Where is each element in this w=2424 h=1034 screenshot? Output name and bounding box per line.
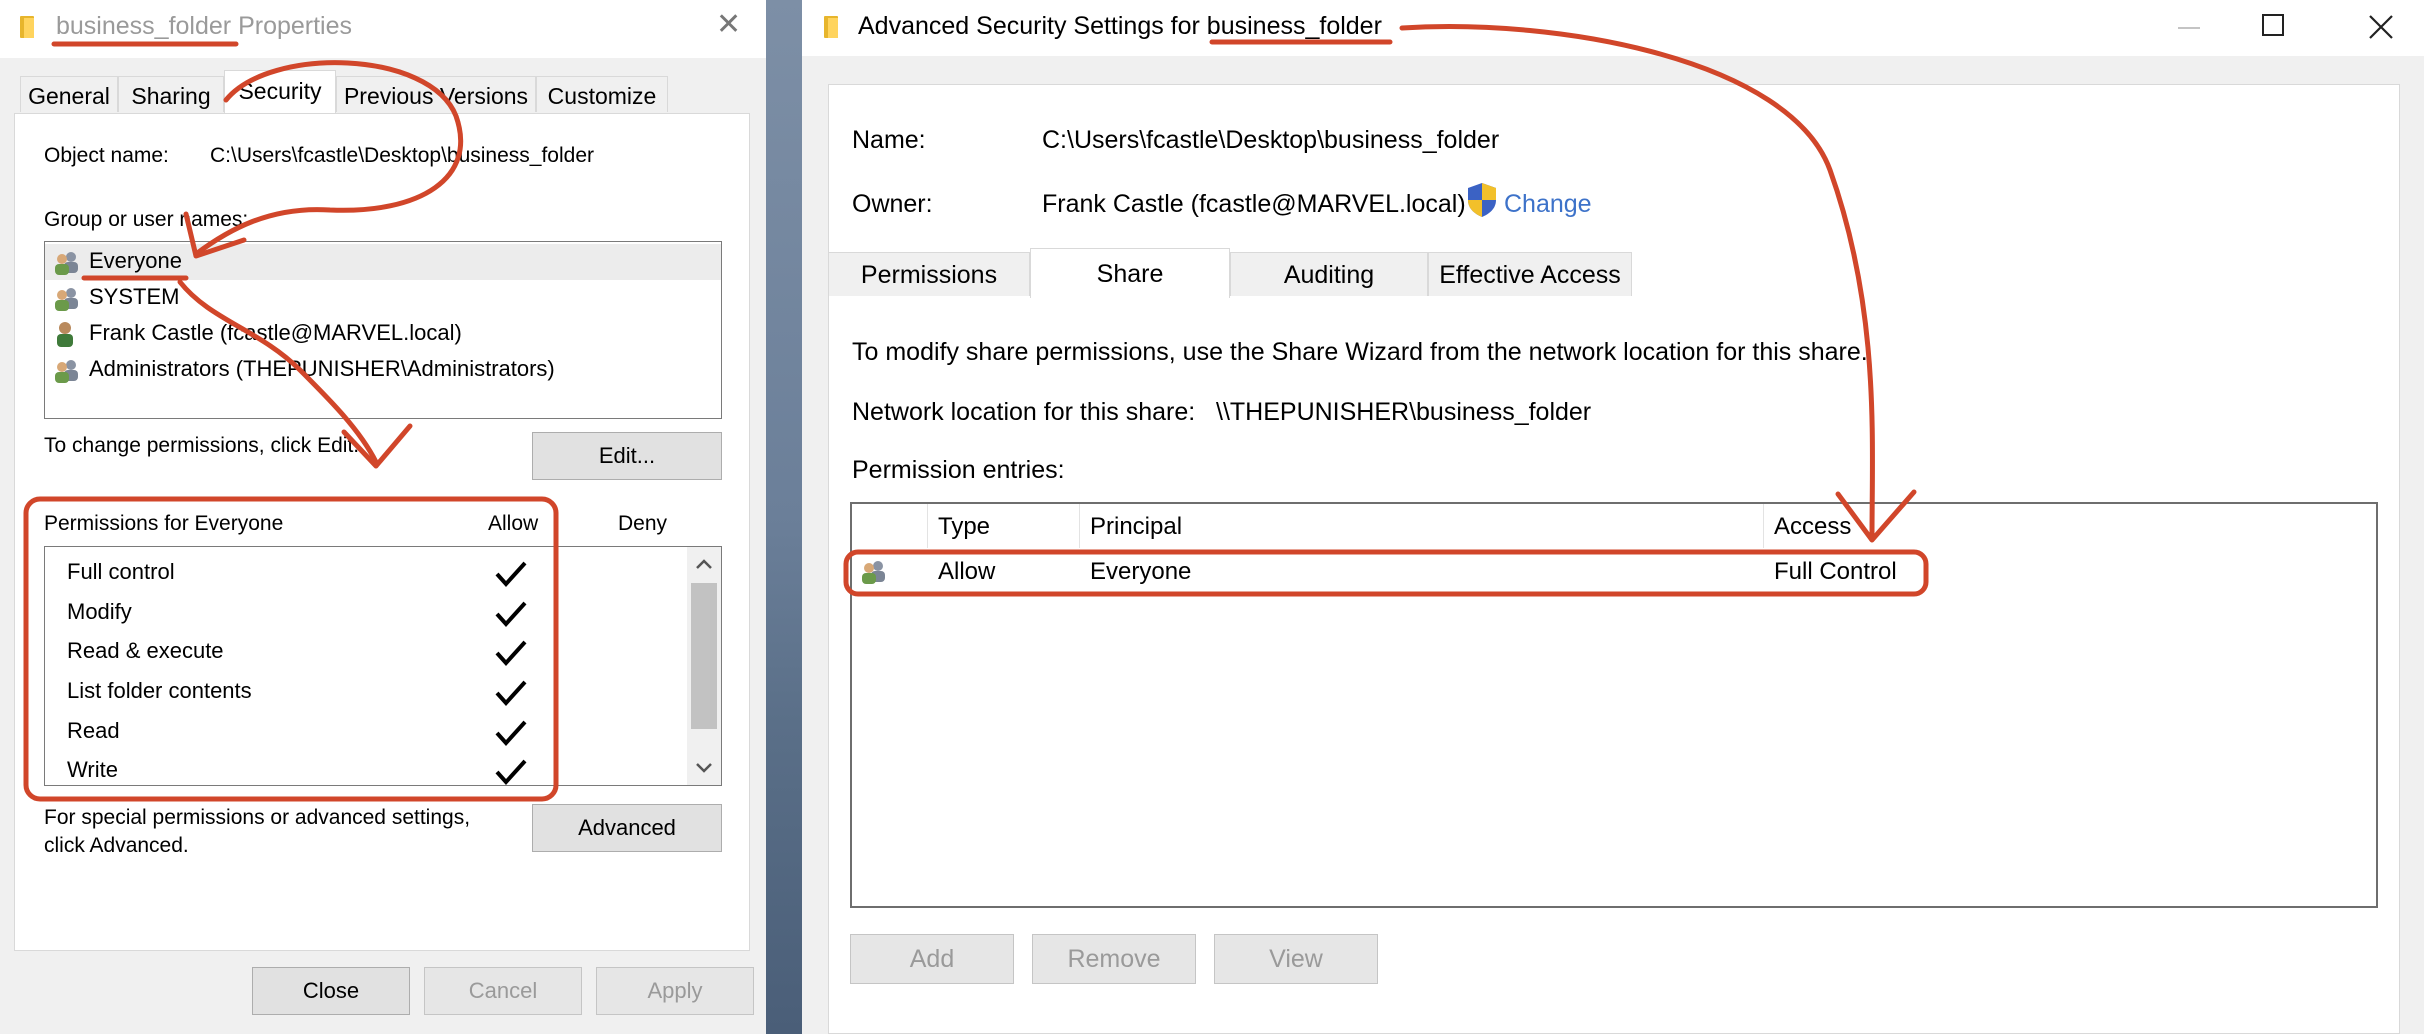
list-item-everyone[interactable]: Everyone [45, 244, 721, 280]
change-owner-link[interactable]: Change [1504, 190, 1592, 219]
network-location-value: \\THEPUNISHER\business_folder [1216, 398, 1592, 426]
owner-value: Frank Castle (fcastle@MARVEL.local) [1042, 190, 1466, 218]
tab-security[interactable]: Security [224, 70, 336, 114]
object-name-value: C:\Users\fcastle\Desktop\business_folder [210, 144, 594, 167]
chevron-up-icon[interactable] [695, 557, 713, 571]
network-location-label: Network location for this share: [852, 398, 1196, 426]
uac-shield-icon [1468, 183, 1496, 217]
group-icon [862, 561, 885, 584]
user-label: Frank Castle (fcastle@MARVEL.local) [89, 320, 462, 345]
permission-entries-label: Permission entries: [852, 456, 1065, 484]
scrollbar-thumb[interactable] [691, 583, 717, 729]
check-icon [495, 720, 527, 746]
advanced-title-folder: business_folder [1206, 12, 1382, 40]
advanced-title: Advanced Security Settings for business_… [858, 12, 1382, 41]
user-label: Everyone [89, 248, 182, 273]
tab-sharing[interactable]: Sharing [118, 76, 224, 112]
list-item-system[interactable]: SYSTEM [45, 280, 721, 316]
change-permissions-text: To change permissions, click Edit. [44, 434, 360, 457]
cancel-button[interactable]: Cancel [424, 967, 582, 1015]
add-button[interactable]: Add [850, 934, 1014, 984]
user-label: SYSTEM [89, 284, 180, 309]
entry-principal: Everyone [1090, 558, 1192, 585]
column-header-type[interactable]: Type [928, 504, 1080, 548]
permission-name: Read [67, 718, 120, 743]
permission-name: Write [67, 757, 118, 782]
advanced-title-prefix: Advanced Security Settings for [858, 12, 1207, 40]
properties-window: business_folder Properties ✕ General Sha… [0, 0, 766, 1034]
properties-title-folder: business_folder [56, 12, 232, 40]
tab-effective-access[interactable]: Effective Access [1428, 252, 1632, 296]
group-icon [55, 288, 78, 311]
advanced-titlebar: Advanced Security Settings for business_… [802, 0, 2424, 56]
view-button[interactable]: View [1214, 934, 1378, 984]
share-info-text: To modify share permissions, use the Sha… [852, 338, 1868, 366]
object-name-label: Object name: [44, 144, 169, 167]
properties-title-suffix: Properties [231, 12, 353, 40]
list-item-administrators[interactable]: Administrators (THEPUNISHER\Administrato… [45, 352, 721, 388]
properties-titlebar: business_folder Properties ✕ [0, 0, 766, 58]
special-permissions-text: For special permissions or advanced sett… [44, 806, 471, 829]
remove-button[interactable]: Remove [1032, 934, 1196, 984]
user-icon [57, 322, 73, 347]
group-icon [55, 360, 78, 383]
advanced-button[interactable]: Advanced [532, 804, 722, 852]
group-icon [55, 252, 78, 275]
close-icon[interactable] [2368, 14, 2394, 40]
tab-previous-versions[interactable]: Previous Versions [336, 76, 536, 112]
check-icon [495, 759, 527, 785]
permissions-list[interactable]: Full control Modify Read & execute List … [44, 546, 722, 786]
permission-name: Read & execute [67, 638, 224, 663]
permission-name: Modify [67, 599, 132, 624]
close-icon[interactable]: ✕ [716, 10, 741, 40]
chevron-down-icon[interactable] [695, 761, 713, 775]
advanced-security-window: Advanced Security Settings for business_… [802, 0, 2424, 1034]
edit-button[interactable]: Edit... [532, 432, 722, 480]
deny-header: Deny [618, 512, 668, 535]
maximize-icon[interactable] [2262, 14, 2284, 36]
user-list[interactable]: Everyone SYSTEM Frank Castle (fcastle@MA… [44, 241, 722, 419]
permissions-header: Permissions for Everyone [44, 512, 284, 535]
owner-label: Owner: [852, 190, 933, 218]
check-icon [495, 640, 527, 666]
allow-header: Allow [488, 512, 539, 535]
permission-name: Full control [67, 559, 175, 584]
tab-general[interactable]: General [20, 76, 118, 112]
desktop-background [766, 0, 802, 1034]
tab-share[interactable]: Share [1030, 248, 1230, 298]
folder-icon [824, 16, 846, 38]
minimize-icon[interactable] [2174, 12, 2204, 42]
tab-auditing[interactable]: Auditing [1230, 252, 1428, 296]
name-label: Name: [852, 126, 926, 154]
tab-customize[interactable]: Customize [536, 76, 668, 112]
check-icon [495, 561, 527, 587]
column-header-icon [852, 504, 928, 548]
check-icon [495, 680, 527, 706]
list-item-frank-castle[interactable]: Frank Castle (fcastle@MARVEL.local) [45, 316, 721, 352]
properties-title: business_folder Properties [56, 12, 352, 41]
name-value: C:\Users\fcastle\Desktop\business_folder [1042, 126, 1500, 154]
apply-button[interactable]: Apply [596, 967, 754, 1015]
check-icon [495, 601, 527, 627]
column-header-principal[interactable]: Principal [1080, 504, 1764, 548]
permission-entries-table[interactable]: Type Principal Access Allow Everyone Ful… [850, 502, 2378, 908]
permissions-scrollbar[interactable] [687, 547, 721, 785]
tab-permissions[interactable]: Permissions [828, 252, 1030, 296]
entry-type: Allow [938, 558, 996, 585]
column-header-access[interactable]: Access [1764, 504, 2376, 548]
group-or-user-names-label: Group or user names: [44, 208, 249, 231]
user-label: Administrators (THEPUNISHER\Administrato… [89, 356, 555, 381]
entry-access: Full Control [1774, 558, 1897, 585]
close-button[interactable]: Close [252, 967, 410, 1015]
table-row[interactable] [852, 550, 2376, 594]
permission-name: List folder contents [67, 678, 252, 703]
special-permissions-text-2: click Advanced. [44, 834, 189, 857]
folder-icon [20, 16, 42, 38]
